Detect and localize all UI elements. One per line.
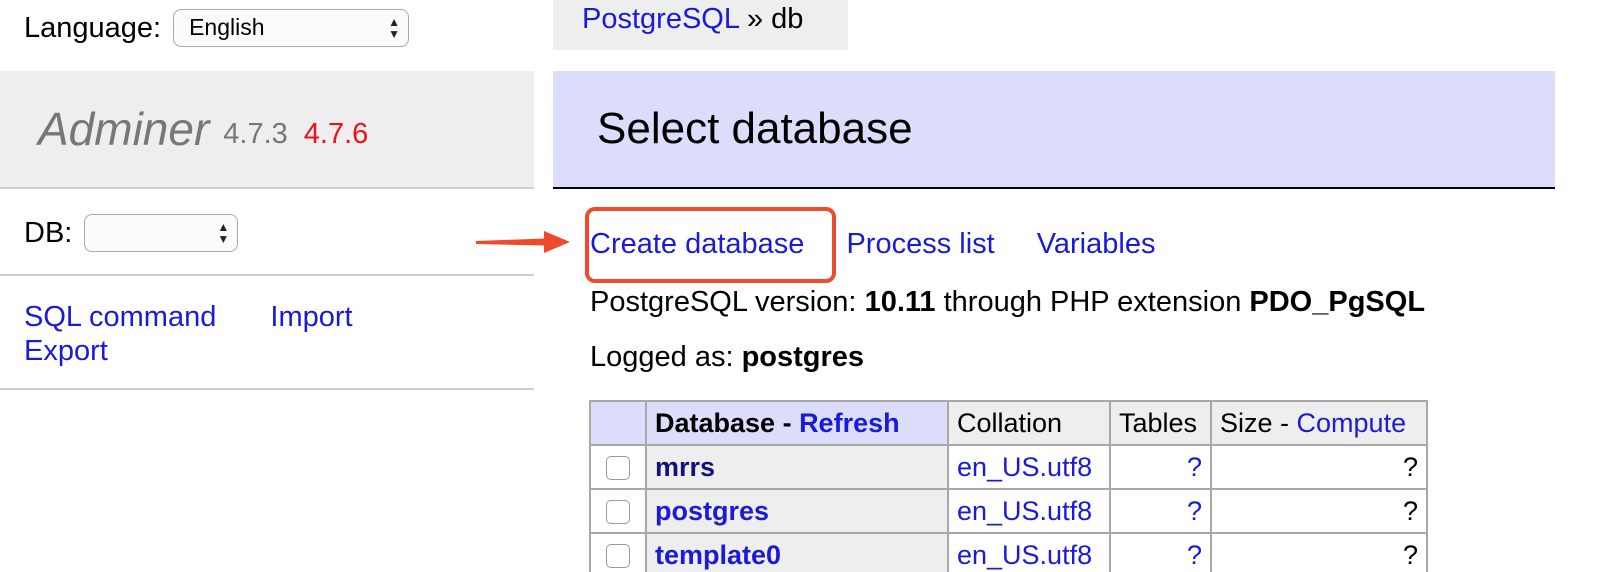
db-row: DB: ▲ ▼: [24, 213, 239, 253]
collation-cell: en_US.utf8: [947, 532, 1111, 572]
collation-link[interactable]: en_US.utf8: [957, 452, 1092, 482]
language-label: Language:: [24, 11, 162, 44]
language-select-value: English: [189, 14, 265, 40]
tables-link[interactable]: ?: [1187, 452, 1202, 482]
size-cell: ?: [1210, 488, 1428, 534]
size-cell: ?: [1210, 532, 1428, 572]
header-collation: Collation: [947, 400, 1111, 446]
tables-link[interactable]: ?: [1187, 496, 1202, 526]
tables-link[interactable]: ?: [1187, 540, 1202, 570]
page-title: Select database: [597, 104, 913, 153]
divider: [0, 388, 534, 390]
brand-name: Adminer: [38, 103, 210, 155]
sidebar-links: SQL command Import Export: [24, 300, 353, 368]
checkbox-icon[interactable]: [606, 456, 630, 481]
checkbox-icon[interactable]: [606, 500, 630, 525]
checkbox-icon[interactable]: [606, 544, 630, 569]
header-size: Size - Compute: [1210, 400, 1428, 446]
header-database-label: Database -: [655, 407, 800, 438]
collation-cell: en_US.utf8: [947, 444, 1111, 490]
import-link[interactable]: Import: [270, 301, 352, 333]
database-link[interactable]: mrrs: [655, 452, 715, 482]
version-info: PostgreSQL version: 10.11 through PHP ex…: [590, 286, 1425, 319]
brand-header: Adminer 4.7.3 4.7.6: [0, 71, 534, 189]
table-row: postgres en_US.utf8 ? ?: [589, 488, 1428, 534]
tables-cell: ?: [1109, 444, 1212, 490]
version-prefix: PostgreSQL version:: [590, 286, 865, 318]
new-version-link[interactable]: 4.7.6: [304, 118, 369, 151]
process-list-link[interactable]: Process list: [846, 228, 994, 261]
header-database: Database - Refresh: [645, 400, 949, 446]
collation-link[interactable]: en_US.utf8: [957, 496, 1092, 526]
db-select[interactable]: ▲ ▼: [84, 214, 239, 252]
version-middle: through PHP extension: [935, 286, 1250, 318]
table-row: mrrs en_US.utf8 ? ?: [589, 444, 1428, 490]
header-select-cell: [589, 400, 647, 446]
sql-command-link[interactable]: SQL command: [24, 301, 216, 333]
database-name-cell: mrrs: [645, 444, 949, 490]
collation-link[interactable]: en_US.utf8: [957, 540, 1092, 570]
variables-link[interactable]: Variables: [1037, 228, 1156, 261]
adminer-page: Language: English ▲ ▼ Adminer 4.7.3 4.7.6…: [0, 0, 1598, 572]
select-arrows-icon: ▲ ▼: [388, 15, 401, 41]
db-label: DB:: [24, 216, 73, 249]
create-database-link[interactable]: Create database: [590, 228, 804, 261]
breadcrumb: PostgreSQL » db: [553, 0, 848, 50]
php-extension: PDO_PgSQL: [1249, 286, 1426, 318]
language-select[interactable]: English ▲ ▼: [173, 9, 410, 47]
logged-prefix: Logged as:: [590, 341, 742, 373]
export-link[interactable]: Export: [24, 335, 108, 367]
database-table: Database - Refresh Collation Tables Size…: [589, 400, 1428, 572]
header-size-label: Size -: [1220, 407, 1297, 438]
select-arrows-icon: ▲ ▼: [217, 220, 230, 246]
tables-cell: ?: [1109, 488, 1212, 534]
table-header-row: Database - Refresh Collation Tables Size…: [589, 400, 1428, 446]
breadcrumb-driver-link[interactable]: PostgreSQL: [582, 3, 739, 35]
row-select-cell: [589, 532, 647, 572]
collation-cell: en_US.utf8: [947, 488, 1111, 534]
logged-user: postgres: [741, 341, 865, 373]
version-number: 10.11: [864, 286, 936, 318]
database-link[interactable]: template0: [655, 540, 781, 570]
row-select-cell: [589, 488, 647, 534]
language-row: Language: English ▲ ▼: [24, 8, 410, 48]
sidebar: Language: English ▲ ▼ Adminer 4.7.3 4.7.6…: [0, 0, 534, 572]
size-cell: ?: [1210, 444, 1428, 490]
arrow-right-icon: [476, 231, 570, 253]
tables-cell: ?: [1109, 532, 1212, 572]
action-links: Create database Process list Variables: [590, 228, 1197, 261]
database-name-cell: template0: [645, 532, 949, 572]
breadcrumb-separator: »: [738, 3, 772, 35]
database-link[interactable]: postgres: [655, 496, 769, 526]
page-header: Select database: [553, 71, 1555, 189]
header-tables: Tables: [1109, 400, 1212, 446]
brand-version: 4.7.3: [223, 117, 288, 150]
breadcrumb-current: db: [771, 3, 804, 35]
divider: [0, 274, 534, 276]
database-name-cell: postgres: [645, 488, 949, 534]
table-row: template0 en_US.utf8 ? ?: [589, 532, 1428, 572]
compute-link[interactable]: Compute: [1297, 408, 1407, 438]
row-select-cell: [589, 444, 647, 490]
refresh-link[interactable]: Refresh: [799, 408, 900, 438]
logged-info: Logged as: postgres: [590, 341, 864, 374]
